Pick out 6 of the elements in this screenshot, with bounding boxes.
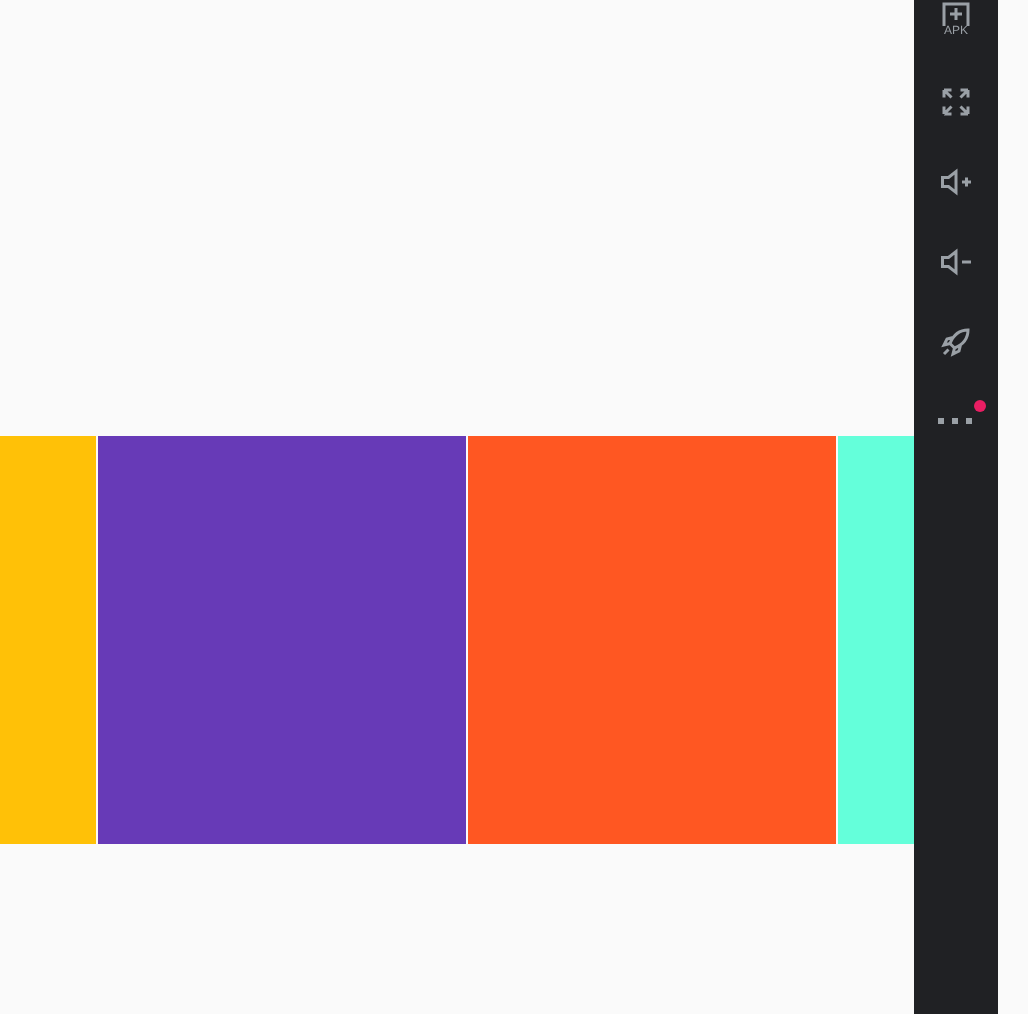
plus-box-icon: [942, 2, 970, 26]
volume-down-icon: [938, 244, 974, 280]
rocket-icon: [938, 324, 974, 360]
volume-up-icon: [938, 164, 974, 200]
expand-icon: [938, 84, 974, 120]
more-icon: [938, 418, 974, 426]
